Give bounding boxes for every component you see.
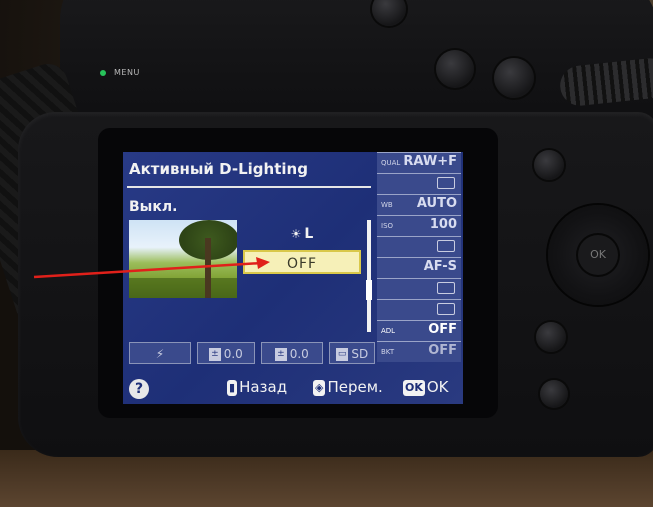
option-adl-low[interactable]: ☀ L <box>243 222 361 246</box>
shooting-info-strip: ⚡ ±0.0 ±0.0 ▭ SD <box>129 342 379 366</box>
arrow-head-icon <box>256 257 270 269</box>
flash-compensation-icon: ± <box>209 348 221 361</box>
title-divider <box>127 186 371 188</box>
move-hint-label: Перем. <box>327 378 383 396</box>
iso-value: 100 <box>429 217 457 232</box>
exposure-compensation-value: 0.0 <box>289 347 309 361</box>
exposure-compensation-icon: ± <box>275 348 287 361</box>
picture-control-value: SD <box>351 347 369 361</box>
iso-label: ISO <box>381 222 394 230</box>
quality-label: QUAL <box>381 159 401 167</box>
multi-selector-icon: ◈ <box>313 380 326 396</box>
help-protect-button[interactable] <box>540 380 568 408</box>
exposure-compensation-indicator: ±0.0 <box>261 342 323 364</box>
annotation-arrow <box>33 257 270 279</box>
table-surface <box>0 450 653 507</box>
option-label: OFF <box>286 256 318 272</box>
live-view-button[interactable] <box>534 150 564 180</box>
menu-button-icon: ▮ <box>227 380 238 396</box>
menu-button-label: MENU <box>114 68 140 77</box>
back-hint: ▮ Назад <box>227 378 287 396</box>
bracketing-label: BKT <box>381 348 395 356</box>
help-icon[interactable]: ? <box>129 379 149 399</box>
quality-value: RAW+F <box>403 154 457 169</box>
adl-icon: ☀ <box>290 227 302 241</box>
delete-button[interactable] <box>536 322 566 352</box>
flash-icon: ⚡ <box>155 347 165 361</box>
page-title: Активный D-Lighting <box>129 160 308 178</box>
release-mode-row <box>377 236 461 257</box>
bracketing-value: OFF <box>428 343 457 358</box>
focus-mode-row: AF-S <box>377 257 461 278</box>
arrow-shaft <box>33 261 263 279</box>
iso-row: ISO 100 <box>377 215 461 236</box>
option-label: L <box>304 226 314 242</box>
ok-hint: OK OK <box>403 378 449 396</box>
metering-icon <box>437 303 455 315</box>
image-size-icon <box>437 177 455 189</box>
white-balance-row: WB AUTO <box>377 194 461 215</box>
picture-control-indicator: ▭ SD <box>329 342 375 364</box>
adl-value: OFF <box>428 322 457 337</box>
white-balance-label: WB <box>381 201 393 209</box>
ok-button[interactable]: OK <box>578 235 618 275</box>
adl-label: ADL <box>381 327 396 335</box>
quality-row: QUAL RAW+F <box>377 152 461 173</box>
back-hint-label: Назад <box>239 378 288 396</box>
af-area-icon <box>437 282 455 294</box>
image-size-row <box>377 173 461 194</box>
ok-hint-label: OK <box>426 378 449 396</box>
current-setting-value: Выкл. <box>129 199 178 215</box>
bracketing-row: BKT OFF <box>377 341 461 362</box>
af-area-row <box>377 278 461 299</box>
quick-settings-panel: QUAL RAW+F WB AUTO ISO 100 AF-S ADL OFF <box>377 152 463 362</box>
adl-row: ADL OFF <box>377 320 461 341</box>
flash-mode-indicator: ⚡ <box>129 342 191 364</box>
picture-control-icon: ▭ <box>335 348 349 361</box>
ok-button-icon: OK <box>403 380 425 396</box>
scrollbar[interactable] <box>366 220 372 332</box>
white-balance-value: AUTO <box>416 196 457 211</box>
release-mode-icon <box>437 240 455 252</box>
info-button[interactable] <box>436 50 474 88</box>
metering-row <box>377 299 461 320</box>
green-dot-indicator <box>100 70 106 76</box>
focus-mode-value: AF-S <box>423 259 457 274</box>
flash-compensation-value: 0.0 <box>223 347 243 361</box>
multi-selector[interactable]: OK <box>548 205 648 305</box>
move-hint: ◈ Перем. <box>313 378 383 396</box>
help-bar: ? ▮ Назад ◈ Перем. OK OK <box>123 374 463 404</box>
scrollbar-thumb[interactable] <box>366 280 372 300</box>
flash-compensation-indicator: ±0.0 <box>197 342 255 364</box>
ae-af-lock-button[interactable] <box>494 58 534 98</box>
